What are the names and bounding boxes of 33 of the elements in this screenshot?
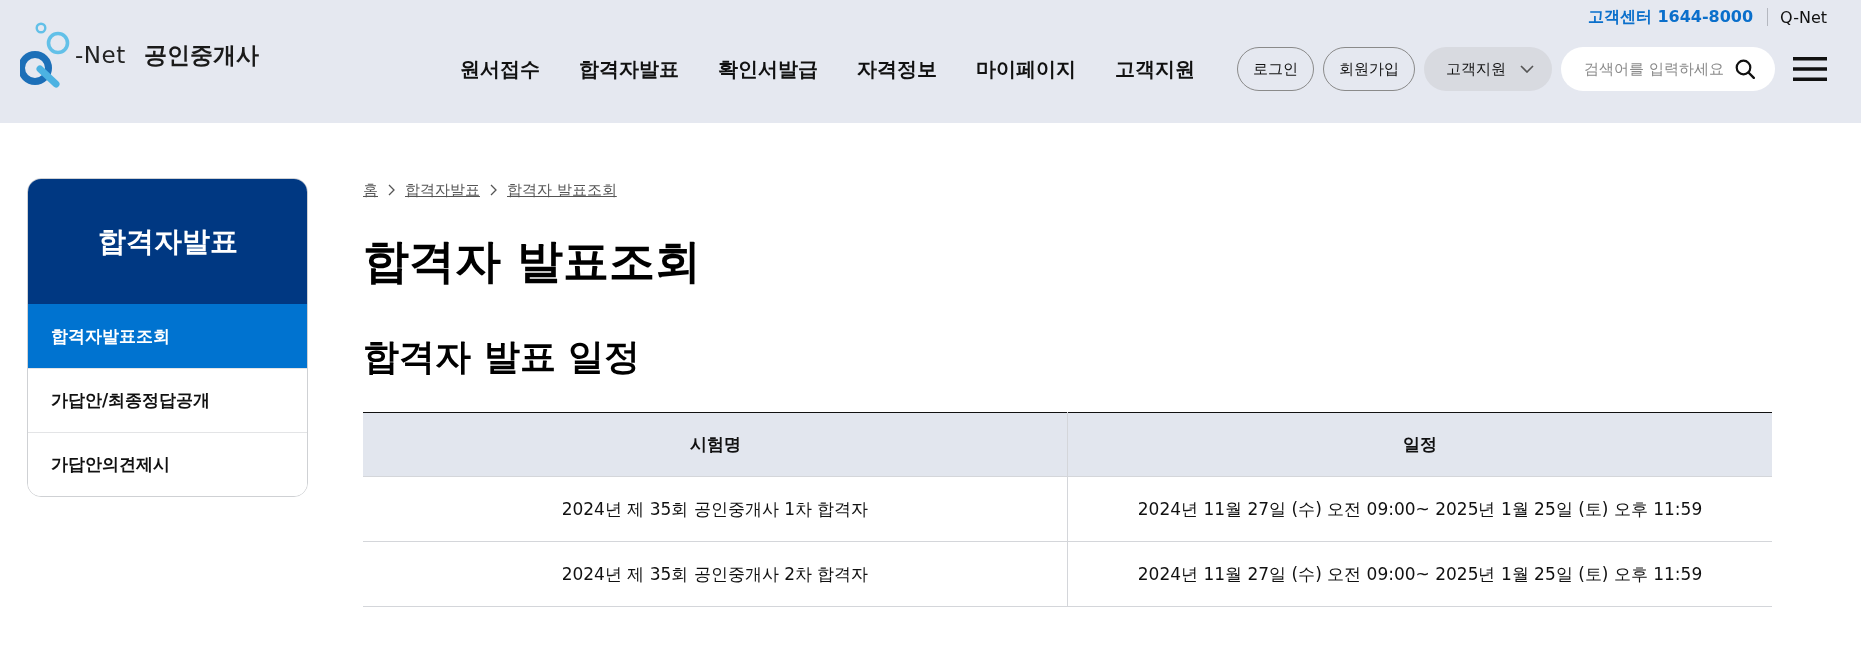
search-field[interactable]: 검색어를 입력하세요 [1561, 47, 1775, 91]
table-cell: 2024년 11월 27일 (수) 오전 09:00~ 2025년 1월 25일 (토) 오후 11:59 [1067, 476, 1772, 542]
breadcrumb-link[interactable]: 합격자발표 [405, 180, 480, 200]
sidebar-item[interactable]: 가답안의견제시 [28, 432, 307, 496]
nav-item[interactable]: 자격정보 [857, 55, 937, 83]
chevron-right-icon [490, 184, 497, 196]
table-header-cell: 시험명 [363, 412, 1068, 477]
q-logo-icon [20, 22, 72, 88]
nav-item[interactable]: 확인서발급 [718, 55, 818, 83]
sidebar-title: 합격자발표 [28, 179, 307, 304]
menu-icon[interactable] [1793, 57, 1827, 81]
logo-wordmark: -Net [75, 42, 126, 68]
table-cell: 2024년 11월 27일 (수) 오전 09:00~ 2025년 1월 25일 (토) 오후 11:59 [1067, 541, 1772, 607]
table-cell: 2024년 제 35회 공인중개사 2차 합격자 [363, 541, 1068, 607]
call-center-link[interactable]: 고객센터 1644-8000 [1587, 6, 1754, 28]
table-cell: 2024년 제 35회 공인중개사 1차 합격자 [363, 476, 1068, 542]
page-title: 합격자 발표조회 [363, 234, 702, 289]
breadcrumb-link[interactable]: 합격자 발표조회 [507, 180, 617, 200]
table-header-cell: 일정 [1067, 412, 1772, 477]
dropdown-button[interactable]: 고객지원 [1424, 47, 1552, 91]
chevron-down-icon [1520, 65, 1534, 73]
sidebar-item[interactable]: 합격자발표조회 [28, 304, 307, 368]
section-title: 합격자 발표 일정 [363, 335, 642, 379]
nav-item[interactable]: 고객지원 [1115, 55, 1195, 83]
dropdown-label: 고객지원 [1446, 59, 1506, 79]
search-icon[interactable] [1735, 59, 1755, 79]
breadcrumb-link[interactable]: 홈 [363, 180, 378, 200]
nav-item[interactable]: 원서접수 [460, 55, 540, 83]
nav-item[interactable]: 마이페이지 [976, 55, 1076, 83]
chevron-right-icon [388, 184, 395, 196]
nav-item[interactable]: 합격자발표 [579, 55, 679, 83]
site-link[interactable]: Q-Net [1780, 7, 1827, 27]
site-title: 공인중개사 [143, 40, 259, 70]
